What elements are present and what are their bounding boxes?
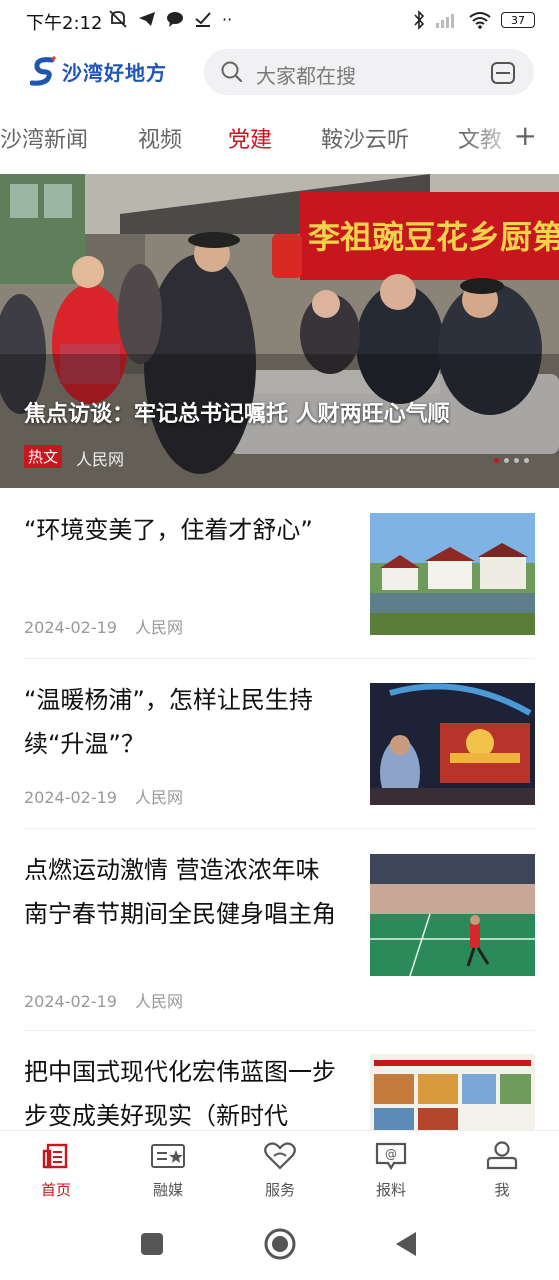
search-bar[interactable]: 大家都在搜	[204, 49, 534, 95]
more-icon: ··	[222, 9, 233, 29]
check-icon	[195, 12, 211, 27]
scan-icon[interactable]	[490, 60, 516, 86]
news-meta: 2024-02-19 人民网	[24, 614, 183, 638]
hero-source: 人民网	[76, 450, 125, 469]
back-icon[interactable]	[394, 1231, 418, 1257]
news-item[interactable]: “环境变美了，住着才舒心” 2024-02-19 人民网	[0, 508, 559, 658]
logo-text: 沙湾好地方	[62, 60, 167, 85]
news-date: 2024-02-19	[24, 992, 117, 1011]
divider	[24, 828, 535, 829]
svg-text:@: @	[385, 1147, 397, 1161]
system-nav-bar	[0, 1212, 559, 1280]
status-bar: 下午2:12 ·· 37	[0, 0, 559, 42]
tab-video[interactable]: 视频	[138, 122, 182, 154]
report-icon: @	[375, 1142, 407, 1171]
bottom-nav: 首页 融媒 服务 @ 报料 我	[0, 1130, 559, 1211]
news-thumbnail	[370, 683, 535, 805]
news-date: 2024-02-19	[24, 618, 117, 637]
nav-label: 首页	[40, 1181, 71, 1199]
tab-anshayunting[interactable]: 鞍沙云听	[321, 122, 409, 154]
news-meta: 2024-02-19 人民网	[24, 784, 183, 808]
recents-icon[interactable]	[140, 1232, 164, 1256]
news-title: 点燃运动激情 营造浓浓年味 南宁春节期间全民健身唱主角	[24, 856, 336, 928]
nav-report[interactable]: @ 报料	[351, 1141, 431, 1200]
news-meta: 2024-02-19 人民网	[24, 988, 183, 1012]
hero-title: 焦点访谈：牢记总书记嘱托 人财两旺心气顺	[24, 402, 450, 427]
tab-shawan-news[interactable]: 沙湾新闻	[0, 122, 88, 154]
channel-tabs: 沙湾新闻 视频 党建 鞍沙云听 文教 +	[0, 112, 559, 168]
search-icon	[221, 61, 243, 83]
nav-home[interactable]: 首页	[16, 1141, 96, 1200]
divider	[24, 1030, 535, 1031]
logo-mark-icon	[30, 56, 56, 86]
top-bar: 沙湾好地方 大家都在搜	[0, 42, 559, 102]
home-icon	[42, 1143, 68, 1169]
add-channel-icon[interactable]: +	[514, 122, 537, 150]
news-title: “环境变美了，住着才舒心”	[24, 516, 313, 544]
nav-label: 我	[494, 1181, 510, 1199]
profile-icon	[486, 1141, 518, 1170]
carousel-dot	[514, 458, 519, 463]
news-source: 人民网	[134, 788, 183, 807]
hero-carousel[interactable]: 李祖豌豆花乡厨第 焦点访谈：牢记总书记嘱托 人财两旺心气顺 热文 人民网	[0, 174, 559, 488]
news-item[interactable]: 把中国式现代化宏伟蓝图一步步变成美好现实（新时代	[0, 1050, 559, 1130]
news-title: “温暖杨浦”，怎样让民生持续“升温”？	[24, 686, 313, 758]
chat-icon	[167, 12, 183, 27]
news-source: 人民网	[134, 618, 183, 637]
status-time: 下午2:12	[26, 13, 103, 34]
nav-label: 服务	[264, 1181, 295, 1199]
telegram-icon	[139, 12, 155, 26]
news-date: 2024-02-19	[24, 788, 117, 807]
nav-media[interactable]: 融媒	[128, 1141, 208, 1200]
wifi-icon	[469, 12, 491, 29]
nav-label: 报料	[375, 1181, 406, 1199]
nav-service[interactable]: 服务	[240, 1141, 320, 1200]
news-title: 把中国式现代化宏伟蓝图一步步变成美好现实（新时代	[24, 1058, 336, 1130]
nav-profile[interactable]: 我	[462, 1141, 542, 1200]
carousel-dot	[504, 458, 509, 463]
bluetooth-icon	[414, 10, 425, 30]
news-thumbnail	[370, 1054, 535, 1130]
tab-party-building[interactable]: 党建	[228, 122, 272, 154]
carousel-dot	[524, 458, 529, 463]
signal-icon	[436, 14, 454, 28]
news-item[interactable]: “温暖杨浦”，怎样让民生持续“升温”？ 2024-02-19 人民网	[0, 678, 559, 828]
carousel-dot	[494, 458, 499, 463]
app-logo: 沙湾好地方	[30, 56, 167, 86]
service-icon	[264, 1142, 296, 1170]
divider	[24, 658, 535, 659]
battery-icon: 37	[501, 12, 535, 28]
news-item[interactable]: 点燃运动激情 营造浓浓年味 南宁春节期间全民健身唱主角 2024-02-19 人民…	[0, 848, 559, 1028]
hero-image: 李祖豌豆花乡厨第	[0, 174, 559, 488]
nav-label: 融媒	[152, 1181, 183, 1199]
news-source: 人民网	[134, 992, 183, 1011]
news-thumbnail	[370, 513, 535, 635]
news-thumbnail	[370, 854, 535, 976]
hero-banner-text: 李祖豌豆花乡厨第	[308, 218, 559, 256]
search-placeholder: 大家都在搜	[256, 64, 356, 88]
mute-icon	[109, 10, 127, 28]
carousel-dots	[494, 458, 529, 463]
media-icon	[151, 1144, 185, 1168]
hot-tag-badge: 热文	[24, 445, 63, 468]
home-button-icon[interactable]	[264, 1228, 296, 1260]
